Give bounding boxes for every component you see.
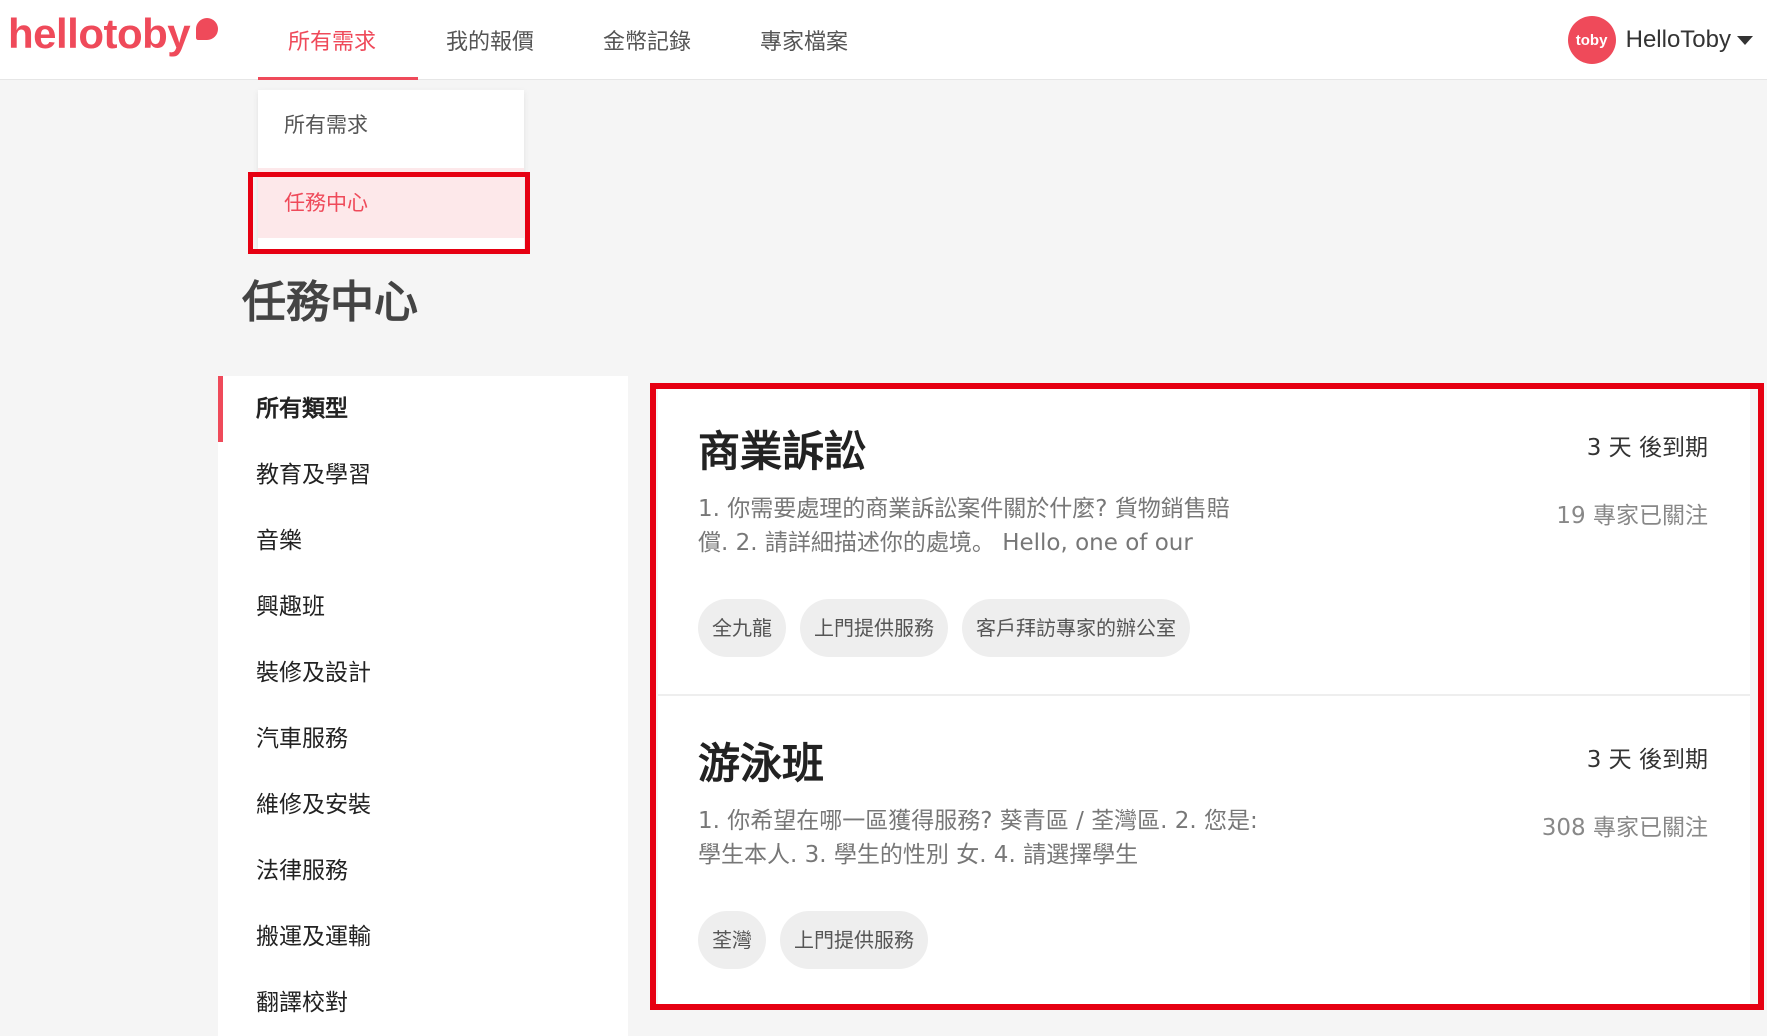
category-label: 搬運及運輸 <box>256 924 371 950</box>
task-card[interactable]: 商業訴訟 3 天 後到期 1. 你需要處理的商業訴訟案件關於什麼? 貨物銷售賠償… <box>658 384 1750 694</box>
task-followers: 19 專家已關注 <box>1556 503 1708 529</box>
nav-coin-records[interactable]: 金幣記錄 <box>603 24 691 56</box>
category-item[interactable]: 所有類型 <box>218 376 628 442</box>
category-item[interactable]: 搬運及運輸 <box>218 904 628 970</box>
category-item[interactable]: 教育及學習 <box>218 442 628 508</box>
category-label: 汽車服務 <box>256 726 348 752</box>
task-title: 游泳班 <box>698 739 825 788</box>
category-label: 興趣班 <box>256 594 325 620</box>
task-tag: 上門提供服務 <box>780 911 928 969</box>
category-label: 所有類型 <box>256 396 348 422</box>
user-name: HelloToby <box>1625 26 1731 53</box>
category-item[interactable]: 音樂 <box>218 508 628 574</box>
category-label: 維修及安裝 <box>256 792 371 818</box>
nav-expert-profile[interactable]: 專家檔案 <box>760 24 848 56</box>
task-list: 商業訴訟 3 天 後到期 1. 你需要處理的商業訴訟案件關於什麼? 貨物銷售賠償… <box>658 384 1758 1006</box>
category-label: 法律服務 <box>256 858 348 884</box>
category-label: 音樂 <box>256 528 302 554</box>
nav-all-requests[interactable]: 所有需求 <box>288 24 376 56</box>
category-item[interactable]: 維修及安裝 <box>218 772 628 838</box>
task-expiry: 3 天 後到期 <box>1586 747 1708 773</box>
task-expiry: 3 天 後到期 <box>1586 435 1708 461</box>
category-label: 裝修及設計 <box>256 660 371 686</box>
nav-active-underline <box>258 77 418 80</box>
task-tags: 荃灣 上門提供服務 <box>698 911 942 969</box>
task-tag: 荃灣 <box>698 911 766 969</box>
category-item[interactable]: 興趣班 <box>218 574 628 640</box>
task-tag: 上門提供服務 <box>800 599 948 657</box>
avatar: toby <box>1567 16 1616 64</box>
task-tag: 客戶拜訪專家的辦公室 <box>962 599 1190 657</box>
task-card[interactable]: 游泳班 3 天 後到期 1. 你希望在哪一區獲得服務? 葵青區 / 荃灣區. 2… <box>658 694 1750 1006</box>
dropdown-item-task-center[interactable]: 任務中心 <box>258 168 524 238</box>
nav-dropdown: 所有需求 任務中心 <box>258 90 524 250</box>
nav-my-quotes[interactable]: 我的報價 <box>446 24 534 56</box>
category-item[interactable]: 翻譯校對 <box>218 970 628 1036</box>
task-followers: 308 專家已關注 <box>1541 815 1708 841</box>
category-item[interactable]: 法律服務 <box>218 838 628 904</box>
top-bar: hellotoby 所有需求 我的報價 金幣記錄 專家檔案 toby Hello… <box>0 0 1767 80</box>
logo-bubble-icon <box>196 18 218 40</box>
category-label: 翻譯校對 <box>256 990 348 1016</box>
task-description: 1. 你需要處理的商業訴訟案件關於什麼? 貨物銷售賠償. 2. 請詳細描述你的處… <box>698 496 1230 556</box>
active-indicator <box>218 376 223 442</box>
page-title: 任務中心 <box>242 277 418 328</box>
logo[interactable]: hellotoby <box>8 10 191 58</box>
task-title: 商業訴訟 <box>698 427 867 476</box>
category-item[interactable]: 裝修及設計 <box>218 640 628 706</box>
task-description: 1. 你希望在哪一區獲得服務? 葵青區 / 荃灣區. 2. 您是: 學生本人. … <box>698 808 1258 868</box>
category-label: 教育及學習 <box>256 462 371 488</box>
chevron-down-icon <box>1737 35 1753 45</box>
dropdown-item-all-requests[interactable]: 所有需求 <box>258 90 524 160</box>
category-item[interactable]: 汽車服務 <box>218 706 628 772</box>
task-tag: 全九龍 <box>698 599 786 657</box>
category-sidebar: 所有類型 教育及學習 音樂 興趣班 裝修及設計 汽車服務 維修及安裝 法律服務 … <box>218 376 628 1036</box>
user-menu[interactable]: toby HelloToby <box>1567 15 1753 65</box>
task-tags: 全九龍 上門提供服務 客戶拜訪專家的辦公室 <box>698 599 1204 657</box>
